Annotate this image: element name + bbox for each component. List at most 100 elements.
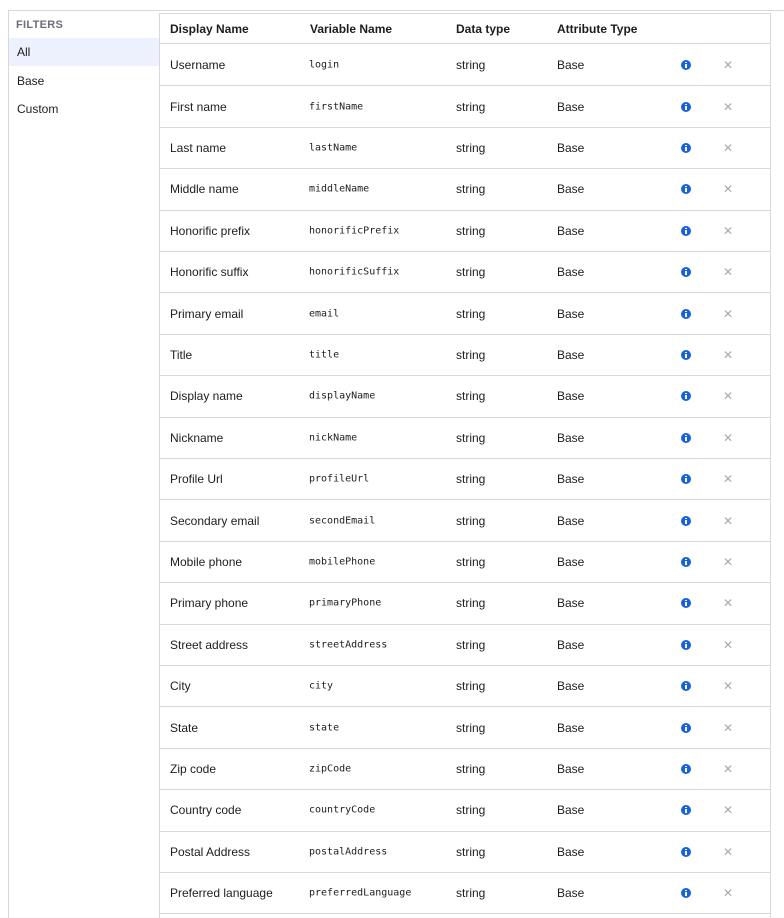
info-icon[interactable]	[681, 267, 691, 278]
data-type-cell: string	[456, 886, 486, 901]
data-type-cell: string	[456, 679, 486, 694]
display-name-cell: Street address	[170, 637, 249, 652]
info-icon[interactable]	[681, 225, 691, 236]
display-name-cell: Nickname	[170, 430, 224, 445]
info-icon[interactable]	[681, 101, 691, 112]
info-icon[interactable]	[681, 805, 691, 816]
close-icon[interactable]: ✕	[723, 101, 733, 113]
table-row: Secondary email secondEmail string Base ✕	[160, 500, 770, 542]
data-type-cell: string	[456, 182, 486, 197]
attribute-type-cell: Base	[557, 637, 585, 652]
attribute-type-cell: Base	[557, 140, 585, 155]
table-row: Title title string Base ✕	[160, 335, 770, 377]
filters-title: FILTERS	[16, 19, 64, 31]
table-row: City city string Base ✕	[160, 666, 770, 708]
close-icon[interactable]: ✕	[723, 308, 733, 320]
attribute-type-cell: Base	[557, 430, 585, 445]
table-row: Primary phone primaryPhone string Base ✕	[160, 583, 770, 625]
info-icon[interactable]	[681, 722, 691, 733]
table-row: Preferred language preferredLanguage strin…	[160, 873, 770, 915]
close-icon[interactable]: ✕	[723, 597, 733, 609]
variable-name-cell: zipCode	[309, 763, 352, 775]
close-icon[interactable]: ✕	[723, 887, 733, 899]
info-icon[interactable]	[681, 60, 691, 71]
display-name-cell: Country code	[170, 803, 242, 818]
filter-label: All	[17, 45, 31, 59]
close-icon[interactable]: ✕	[723, 846, 733, 858]
attribute-type-cell: Base	[557, 803, 585, 818]
info-icon[interactable]	[681, 432, 691, 443]
variable-name-cell: city	[309, 680, 334, 692]
display-name-cell: Preferred language	[170, 886, 273, 901]
attribute-type-cell: Base	[557, 596, 585, 611]
data-type-cell: string	[456, 472, 486, 487]
data-type-cell: string	[456, 554, 486, 569]
info-icon[interactable]	[681, 681, 691, 692]
close-icon[interactable]: ✕	[723, 432, 733, 444]
data-type-cell: string	[456, 844, 486, 859]
close-icon[interactable]: ✕	[723, 639, 733, 651]
header-attribute-type[interactable]: Attribute Type	[557, 22, 637, 36]
close-icon[interactable]: ✕	[723, 183, 733, 195]
info-icon[interactable]	[681, 391, 691, 402]
info-icon[interactable]	[681, 556, 691, 567]
data-type-cell: string	[456, 58, 486, 73]
table-row: Mobile phone mobilePhone string Base ✕	[160, 542, 770, 584]
close-icon[interactable]: ✕	[723, 556, 733, 568]
variable-name-cell: state	[309, 722, 340, 734]
variable-name-cell: nickName	[309, 432, 358, 444]
info-icon[interactable]	[681, 515, 691, 526]
filter-all[interactable]: All	[9, 38, 159, 66]
info-icon[interactable]	[681, 846, 691, 857]
info-icon[interactable]	[681, 598, 691, 609]
info-icon[interactable]	[681, 308, 691, 319]
data-type-cell: string	[456, 761, 486, 776]
variable-name-cell: primaryPhone	[309, 597, 382, 609]
close-icon[interactable]: ✕	[723, 390, 733, 402]
attribute-type-cell: Base	[557, 679, 585, 694]
display-name-cell: Primary email	[170, 306, 244, 321]
data-type-cell: string	[456, 513, 486, 528]
table-row: State state string Base ✕	[160, 707, 770, 749]
variable-name-cell: lastName	[309, 142, 358, 154]
info-icon[interactable]	[681, 349, 691, 360]
data-type-cell: string	[456, 596, 486, 611]
close-icon[interactable]: ✕	[723, 225, 733, 237]
filter-label: Custom	[17, 102, 59, 116]
close-icon[interactable]: ✕	[723, 142, 733, 154]
close-icon[interactable]: ✕	[723, 722, 733, 734]
filter-custom[interactable]: Custom	[9, 95, 159, 123]
attribute-type-cell: Base	[557, 306, 585, 321]
attribute-type-cell: Base	[557, 99, 585, 114]
close-icon[interactable]: ✕	[723, 763, 733, 775]
close-icon[interactable]: ✕	[723, 266, 733, 278]
filter-label: Base	[17, 74, 45, 88]
filter-base[interactable]: Base	[9, 67, 159, 95]
header-variable-name[interactable]: Variable Name	[310, 22, 392, 36]
info-icon[interactable]	[681, 639, 691, 650]
close-icon[interactable]: ✕	[723, 680, 733, 692]
header-display-name[interactable]: Display Name	[170, 22, 249, 36]
close-icon[interactable]: ✕	[723, 804, 733, 816]
table-header: Display Name Variable Name Data type Att…	[160, 14, 770, 44]
info-icon[interactable]	[681, 474, 691, 485]
table-row: Postal Address postalAddress string Base ✕	[160, 832, 770, 873]
info-icon[interactable]	[681, 184, 691, 195]
close-icon[interactable]: ✕	[723, 473, 733, 485]
attribute-type-cell: Base	[557, 182, 585, 197]
variable-name-cell: displayName	[309, 390, 376, 402]
close-icon[interactable]: ✕	[723, 59, 733, 71]
data-type-cell: string	[456, 347, 486, 362]
close-icon[interactable]: ✕	[723, 515, 733, 527]
info-icon[interactable]	[681, 142, 691, 153]
attribute-type-cell: Base	[557, 265, 585, 280]
display-name-cell: City	[170, 679, 191, 694]
close-icon[interactable]: ✕	[723, 349, 733, 361]
display-name-cell: Username	[170, 58, 226, 73]
info-icon[interactable]	[681, 763, 691, 774]
info-icon[interactable]	[681, 888, 691, 899]
header-data-type[interactable]: Data type	[456, 22, 510, 36]
data-type-cell: string	[456, 223, 486, 238]
table-row: Username login string Base ✕	[160, 45, 770, 87]
table-row: Nickname nickName string Base ✕	[160, 418, 770, 459]
